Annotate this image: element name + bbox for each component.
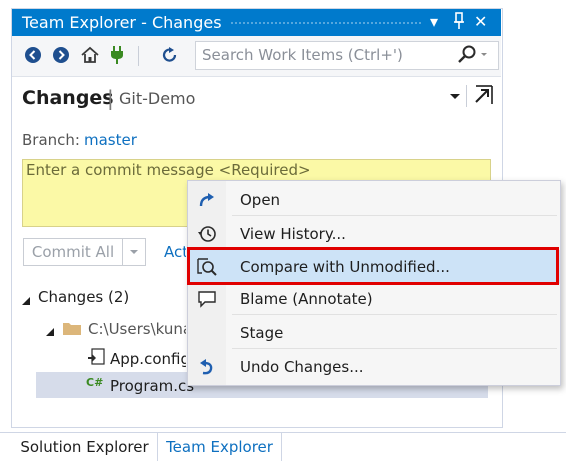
undo-icon bbox=[196, 357, 218, 377]
blame-icon bbox=[196, 289, 218, 309]
undock-button[interactable] bbox=[472, 84, 494, 106]
commit-dropdown-button[interactable] bbox=[122, 238, 146, 266]
menu-item-label: Blame (Annotate) bbox=[240, 290, 373, 308]
back-icon bbox=[25, 47, 41, 63]
commit-all-button[interactable]: Commit All bbox=[23, 238, 123, 266]
refresh-button[interactable] bbox=[160, 45, 180, 65]
changes-group-label[interactable]: Changes (2) bbox=[38, 288, 129, 306]
tab-solution-explorer[interactable]: Solution Explorer bbox=[12, 433, 158, 461]
chevron-down-icon bbox=[450, 94, 460, 99]
forward-icon bbox=[53, 47, 69, 63]
expanded-triangle-icon bbox=[22, 297, 30, 305]
menu-item-label: Stage bbox=[240, 324, 284, 342]
history-icon bbox=[196, 224, 218, 244]
config-file-icon bbox=[86, 348, 106, 366]
window-dropdown-button[interactable]: ▾ bbox=[430, 12, 438, 32]
title-separator: | bbox=[107, 86, 114, 110]
repo-name: Git-Demo bbox=[119, 89, 196, 108]
menu-item-undo-changes[interactable]: Undo Changes... bbox=[188, 350, 560, 384]
folder-path[interactable]: C:\Users\kunal bbox=[88, 320, 186, 338]
search-placeholder: Search Work Items (Ctrl+') bbox=[202, 46, 403, 64]
file-program-cs[interactable]: Program.cs bbox=[110, 377, 194, 395]
actions-link[interactable]: Actions bbox=[164, 243, 186, 261]
pin-icon bbox=[454, 12, 464, 29]
close-button[interactable]: ✕ bbox=[474, 12, 487, 32]
menu-item-label: View History... bbox=[240, 225, 346, 243]
menu-item-label: Undo Changes... bbox=[240, 358, 364, 376]
connect-icon bbox=[111, 46, 123, 64]
branch-label: Branch: bbox=[22, 131, 80, 149]
file-app-config[interactable]: App.config bbox=[110, 350, 186, 368]
connect-button[interactable] bbox=[107, 45, 127, 65]
expanded-triangle-icon bbox=[46, 328, 54, 336]
menu-item-blame[interactable]: Blame (Annotate) bbox=[188, 282, 560, 316]
header-divider bbox=[466, 85, 467, 107]
menu-item-view-history[interactable]: View History... bbox=[188, 217, 560, 251]
search-button[interactable] bbox=[455, 44, 491, 66]
forward-button[interactable] bbox=[51, 45, 71, 65]
pin-button[interactable] bbox=[453, 12, 465, 35]
window-title: Team Explorer - Changes bbox=[22, 13, 222, 32]
menu-item-open[interactable]: Open bbox=[188, 183, 560, 217]
expand-changes-toggle[interactable] bbox=[20, 292, 32, 305]
csharp-file-icon: C# bbox=[86, 376, 104, 389]
title-grip[interactable] bbox=[230, 21, 422, 26]
commit-placeholder: Enter a commit message <Required> bbox=[26, 161, 311, 179]
home-button[interactable] bbox=[80, 45, 100, 65]
tab-team-explorer[interactable]: Team Explorer bbox=[158, 433, 282, 461]
back-button[interactable] bbox=[23, 45, 43, 65]
page-menu-button[interactable] bbox=[447, 88, 463, 104]
toolbar-separator bbox=[138, 46, 139, 66]
expand-folder-toggle[interactable] bbox=[44, 323, 56, 336]
menu-item-stage[interactable]: Stage bbox=[188, 316, 560, 350]
home-icon bbox=[81, 46, 99, 63]
page-title: Changes bbox=[22, 87, 114, 109]
menu-separator bbox=[232, 215, 557, 216]
search-icon bbox=[458, 45, 487, 63]
menu-item-label: Open bbox=[240, 191, 281, 209]
highlight-annotation-box bbox=[187, 247, 559, 285]
folder-icon bbox=[62, 320, 82, 336]
branch-link[interactable]: master bbox=[84, 131, 137, 149]
refresh-icon bbox=[162, 47, 177, 62]
open-icon bbox=[196, 190, 218, 210]
menu-separator bbox=[232, 314, 557, 315]
chevron-down-icon bbox=[130, 250, 138, 254]
menu-separator bbox=[232, 348, 557, 349]
navigate-out-icon bbox=[475, 85, 493, 104]
